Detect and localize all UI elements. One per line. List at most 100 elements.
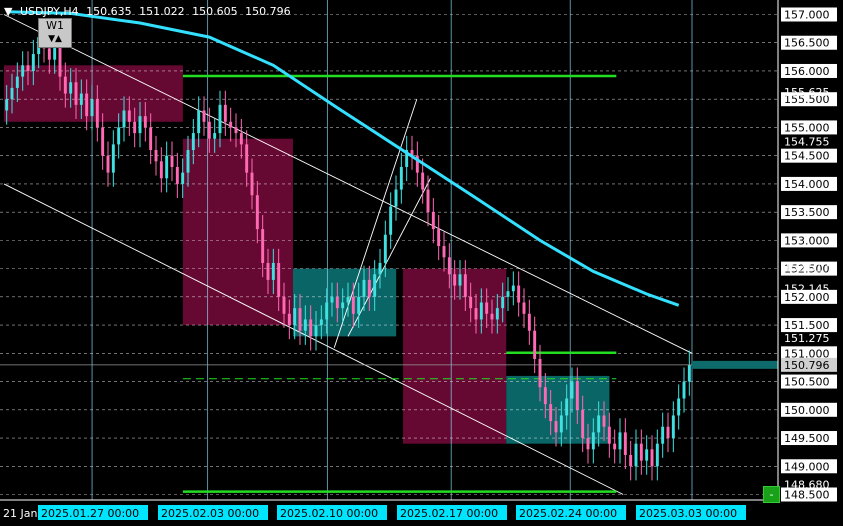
candle-body [650,449,654,467]
candle-body [373,274,377,297]
candle-body [266,262,270,280]
price-tick-label: 153.500 [784,206,830,219]
marked-price-label: 154.755 [784,135,830,148]
candle-body [5,99,9,111]
candle-body [357,296,361,314]
candle-body [293,308,297,326]
candle-body [202,110,206,122]
candle-body [122,110,126,128]
open-value: 150.635 [86,5,132,18]
candle-body [218,104,222,134]
time-label: 2025.01.27 00:00 [41,507,139,520]
candle-body [383,234,387,263]
candle-body [618,432,622,450]
candle-body [490,313,494,320]
candle-body [458,274,462,286]
candle-body [527,313,531,331]
candle-body [394,189,398,207]
candle-body [661,426,665,444]
candle-body [170,155,174,167]
marked-price-label: 150.796 [784,359,830,372]
candle-body [506,291,510,297]
candle-body [175,166,179,184]
candle-body [303,319,307,331]
candle-body [47,48,51,60]
candle-body [442,246,446,258]
candle-body [597,415,601,433]
candle-body [149,127,153,151]
candle-body [613,443,617,450]
candle-body [181,172,185,184]
candle-body [79,93,83,105]
candle-body [85,93,89,117]
corner-button[interactable]: - [763,486,780,503]
candle-body [325,302,329,320]
low-value: 150.605 [192,5,238,18]
marked-price-label: 148.680 [784,478,830,491]
candle-body [335,296,339,309]
candle-body [271,262,275,280]
candle-body [581,409,585,439]
candle-body [255,195,259,230]
time-label: 2025.03.03 00:00 [639,507,737,520]
price-tick-label: 156.500 [784,37,830,50]
price-tick-label: 157.000 [784,9,830,22]
candle-body [431,212,435,230]
candle-body [90,99,94,117]
candle-body [389,206,393,235]
price-tick-label: 156.000 [784,65,830,78]
time-label: 2025.02.10 00:00 [280,507,378,520]
candle-body [223,104,227,122]
candle-body [511,285,515,292]
candle-body [677,398,681,416]
candle-body [277,262,281,297]
candle-body [245,144,249,173]
candle-body [639,443,643,461]
candle-body [479,302,483,320]
time-label: 2025.02.17 00:00 [400,507,498,520]
price-chart[interactable]: 157.000156.500156.000155.500155.000154.5… [0,0,843,526]
candle-body [453,274,457,286]
candle-body [143,116,147,128]
marked-price-label: 151.275 [784,332,830,345]
candle-body [319,319,323,326]
candle-body [207,121,211,139]
dropdown-arrow-icon[interactable]: ▼ [4,5,12,18]
candle-body [10,87,14,100]
candle-body [186,150,190,173]
candle-body [495,308,499,320]
candle-body [543,387,547,405]
w1-badge[interactable]: W1 ▼▲ [38,18,72,48]
candle-body [261,229,265,263]
candle-body [591,432,595,450]
candle-body [629,454,633,467]
candle-body [154,150,158,162]
candle-body [565,398,569,416]
candle-body [351,296,355,314]
trend-line [3,183,624,495]
candle-body [549,404,553,422]
candle-body [346,296,350,303]
candle-body [634,443,638,467]
price-tick-label: 155.000 [784,121,830,134]
price-tick-label: 154.000 [784,178,830,191]
candle-body [15,76,19,88]
candle-body [239,133,243,145]
candle-body [69,82,73,94]
price-tick-label: 149.500 [784,432,830,445]
arrows-icon: ▼▲ [48,34,62,44]
price-tick-label: 154.500 [784,150,830,163]
candle-body [21,65,25,77]
candle-body [517,285,521,303]
candle-body [165,155,169,179]
candle-body [229,121,233,128]
candle-body [234,127,238,134]
candle-body [687,364,691,382]
candle-body [437,229,441,247]
candle-body [314,325,318,337]
candle-body [570,381,574,399]
close-value: 150.796 [245,5,291,18]
candle-body [671,415,675,439]
symbol-header: ▼ USDJPY,H4 150.635 151.022 150.605 150.… [4,5,295,18]
candle-body [117,127,121,145]
